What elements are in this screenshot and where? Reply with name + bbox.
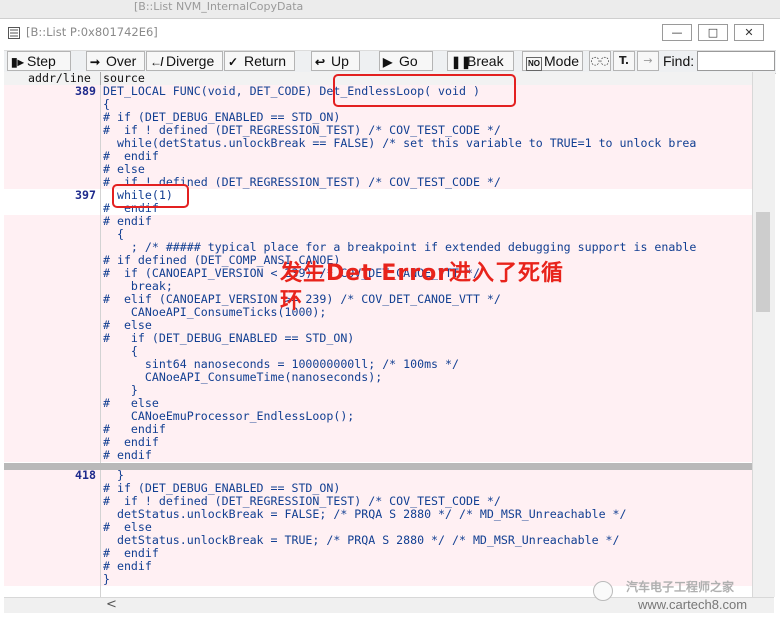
- text-cursor-icon: T.: [618, 54, 629, 67]
- find-input[interactable]: [697, 51, 775, 71]
- source-text: detStatus.unlockBreak = FALSE; /* PRQA S…: [103, 507, 627, 521]
- navigate-button[interactable]: →: [637, 51, 659, 71]
- step-button[interactable]: ▮▸ Step: [7, 51, 71, 71]
- window-title: [B::List P:0x801742E6]: [26, 25, 158, 39]
- mode-button[interactable]: NO Mode: [522, 51, 583, 71]
- watermark-url: www.cartech8.com: [638, 597, 748, 612]
- restore-icon: □: [707, 26, 719, 39]
- diverge-button[interactable]: ↚ Diverge: [146, 51, 223, 71]
- source-text: # endif: [103, 559, 152, 573]
- go-icon: ▶: [383, 55, 393, 69]
- column-divider[interactable]: [100, 72, 101, 85]
- minimize-button[interactable]: —: [662, 24, 692, 41]
- break-button[interactable]: ❚❚Break: [447, 51, 514, 71]
- up-button[interactable]: ↩ Up: [311, 51, 360, 71]
- background-window-titlebar: [0, 0, 780, 19]
- restore-button[interactable]: □: [698, 24, 728, 41]
- while-loop-highlight-box: [112, 184, 189, 208]
- source-text: }: [103, 572, 110, 586]
- source-text: CANoeAPI_ConsumeTime(nanoseconds);: [103, 370, 383, 384]
- watermark-logo-icon: [593, 581, 613, 601]
- line-number: 418: [75, 468, 96, 482]
- source-text: while(detStatus.unlockBreak == FALSE) /*…: [103, 136, 697, 150]
- close-button[interactable]: ✕: [734, 24, 764, 41]
- listing-split-bar[interactable]: [4, 463, 752, 470]
- arrow-right-icon: →: [643, 54, 653, 67]
- source-text: detStatus.unlockBreak = TRUE; /* PRQA S …: [103, 533, 620, 547]
- scroll-left-arrow-icon[interactable]: <: [106, 597, 117, 612]
- glasses-icon: ◌◌: [590, 54, 610, 67]
- function-name-highlight-box: [333, 74, 516, 107]
- break-icon: ❚❚: [451, 55, 472, 69]
- list-window-icon: [8, 27, 20, 39]
- return-icon: ✓: [228, 55, 239, 69]
- step-over-icon: ➞: [90, 55, 101, 69]
- source-text: # endif: [103, 448, 152, 462]
- gutter-divider: [100, 85, 101, 597]
- return-button[interactable]: ✓ Return: [224, 51, 295, 71]
- addr-line-column-header[interactable]: addr/line: [28, 71, 91, 85]
- source-column-header[interactable]: source: [103, 71, 145, 85]
- line-number: 397: [75, 188, 96, 202]
- over-button[interactable]: ➞ Over: [86, 51, 145, 71]
- code-line[interactable]: # endif: [4, 449, 752, 462]
- diverge-icon: ↚: [150, 55, 162, 69]
- go-button[interactable]: ▶ Go: [379, 51, 433, 71]
- source-text: # if (DET_DEBUG_ENABLED == STD_ON): [103, 331, 355, 345]
- code-line[interactable]: # endif: [4, 560, 752, 573]
- line-number: 389: [75, 85, 96, 98]
- background-window-title: [B::List NVM_InternalCopyData: [134, 0, 304, 13]
- text-mode-button[interactable]: T.: [613, 51, 635, 71]
- minimize-icon: —: [671, 26, 683, 39]
- mode-icon: NO: [526, 57, 542, 71]
- vertical-scroll-thumb[interactable]: [756, 212, 770, 312]
- watermark-title: 汽车电子工程师之家: [626, 580, 735, 594]
- up-icon: ↩: [315, 55, 326, 69]
- step-icon: ▮▸: [11, 55, 24, 69]
- close-icon: ✕: [744, 26, 754, 39]
- vertical-scrollbar[interactable]: [752, 72, 775, 597]
- view-toggle-button[interactable]: ◌◌: [589, 51, 611, 71]
- find-label: Find:: [663, 53, 695, 69]
- annotation-text: 发生Det Error进入了死循 环: [280, 261, 565, 314]
- source-code-listing[interactable]: 389 DET_LOCAL FUNC(void, DET_CODE) Det_En…: [4, 85, 752, 597]
